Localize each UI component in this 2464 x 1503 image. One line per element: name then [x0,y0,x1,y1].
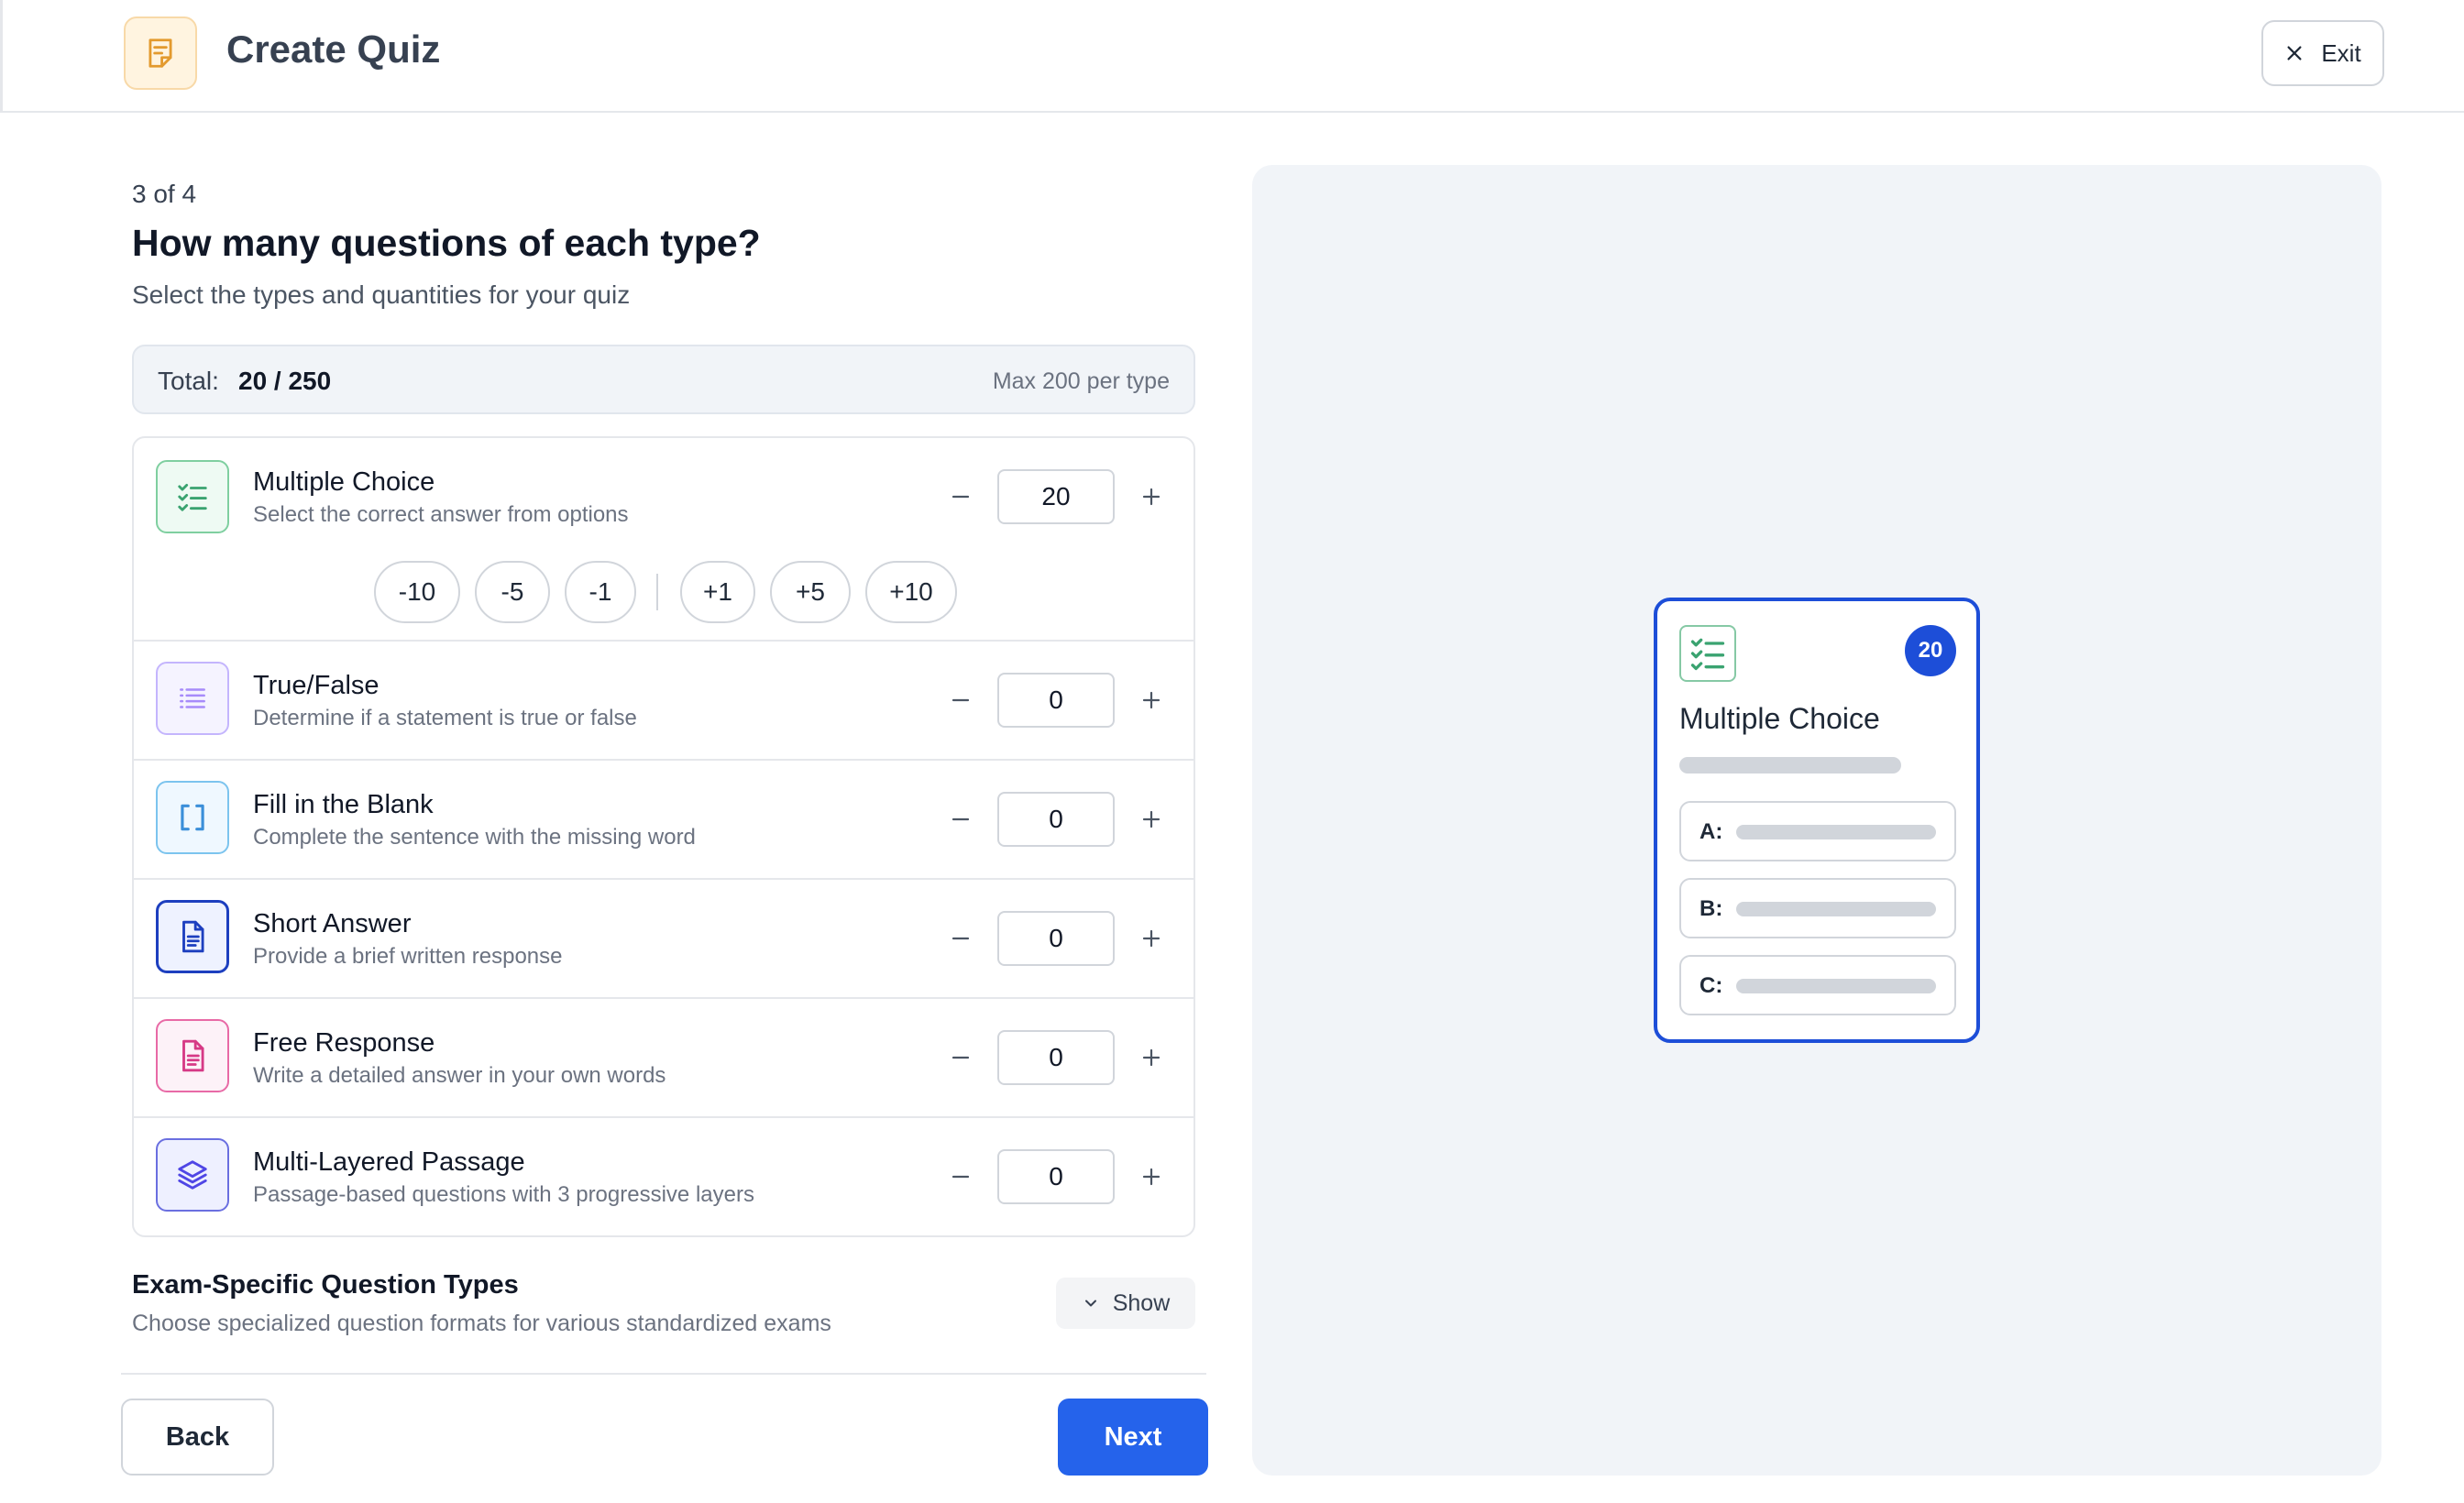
type-name: Short Answer [253,909,412,938]
type-description: Passage-based questions with 3 progressi… [253,1182,754,1207]
step-subtitle: Select the types and quantities for your… [132,280,631,309]
plus-icon [1142,488,1160,506]
quantity-input[interactable] [997,1030,1115,1085]
decrement-button[interactable] [939,1036,983,1080]
exit-button[interactable]: Exit [2261,20,2384,86]
type-description: Provide a brief written response [253,944,563,969]
type-description: Determine if a statement is true or fals… [253,706,637,730]
quantity-input[interactable] [997,469,1115,524]
plus-icon [1142,691,1160,709]
minus-icon [952,698,970,702]
list-icon [156,662,229,735]
next-button[interactable]: Next [1058,1399,1208,1476]
plus-icon [1142,1168,1160,1186]
preview-option: B: [1679,878,1956,938]
exam-section-title: Exam-Specific Question Types [132,1270,519,1300]
quick-adjust-minus-10[interactable]: -10 [374,561,460,623]
type-description: Write a detailed answer in your own word… [253,1063,666,1088]
checklist-icon [1679,625,1736,682]
increment-button[interactable] [1129,797,1173,841]
decrement-button[interactable] [939,475,983,519]
top-bar: Create Quiz Exit [0,0,2464,113]
quantity-input[interactable] [997,792,1115,847]
type-name: Fill in the Blank [253,790,434,819]
minus-icon [952,495,970,499]
checklist-icon [156,460,229,533]
step-title: How many questions of each type? [132,222,761,264]
exit-label: Exit [2321,38,2361,67]
quick-adjust-plus-5[interactable]: +5 [770,561,851,623]
plus-icon [1142,1048,1160,1067]
type-name: True/False [253,671,380,700]
quick-adjust-plus-1[interactable]: +1 [680,561,755,623]
quantity-input[interactable] [997,673,1115,728]
document-icon [156,900,229,973]
page-title: Create Quiz [226,27,441,71]
chevron-down-icon [1084,1300,1096,1307]
question-count-badge: 20 [1905,625,1956,676]
increment-button[interactable] [1129,475,1173,519]
question-types-list: Multiple Choice Select the correct answe… [132,436,1195,1237]
quiz-logo-icon [124,16,197,90]
quick-adjust-row: -10 -5 -1 +1 +5 +10 [134,561,1194,625]
step-indicator: 3 of 4 [132,180,197,208]
type-description: Select the correct answer from options [253,502,629,527]
preview-type-name: Multiple Choice [1679,702,1880,735]
increment-button[interactable] [1129,678,1173,722]
total-label: Total: [158,367,219,395]
total-summary: Total: 20 / 250 Max 200 per type [132,345,1195,414]
quick-adjust-minus-5[interactable]: -5 [475,561,550,623]
preview-option: C: [1679,955,1956,1015]
type-row-short-answer: Short Answer Provide a brief written res… [134,878,1194,997]
increment-button[interactable] [1129,916,1173,960]
quick-adjust-plus-10[interactable]: +10 [865,561,957,623]
type-name: Free Response [253,1028,435,1058]
quantity-input[interactable] [997,1149,1115,1204]
option-placeholder [1736,979,1936,993]
preview-question-placeholder [1679,757,1901,773]
document-icon [156,1019,229,1092]
type-row-free-response: Free Response Write a detailed answer in… [134,997,1194,1116]
quantity-input[interactable] [997,911,1115,966]
layers-icon [156,1138,229,1212]
brackets-icon [156,781,229,854]
option-placeholder [1736,902,1936,916]
type-description: Complete the sentence with the missing w… [253,825,696,850]
option-label: B: [1700,896,1723,921]
minus-icon [952,1175,970,1179]
decrement-button[interactable] [939,1155,983,1199]
minus-icon [952,1056,970,1059]
quick-adjust-minus-1[interactable]: -1 [565,561,636,623]
question-preview-card: 20 Multiple Choice A: B: C: [1654,598,1980,1043]
max-per-type-note: Max 200 per type [992,368,1170,394]
plus-icon [1142,929,1160,948]
exam-section-description: Choose specialized question formats for … [132,1311,831,1336]
option-label: C: [1700,973,1723,998]
type-row-true-false: True/False Determine if a statement is t… [134,640,1194,759]
type-name: Multi-Layered Passage [253,1147,525,1177]
close-icon [2287,46,2302,60]
type-row-fill-in-the-blank: Fill in the Blank Complete the sentence … [134,759,1194,878]
option-placeholder [1736,825,1936,839]
show-exam-types-button[interactable]: Show [1056,1278,1195,1329]
decrement-button[interactable] [939,678,983,722]
back-button[interactable]: Back [121,1399,274,1476]
increment-button[interactable] [1129,1155,1173,1199]
decrement-button[interactable] [939,797,983,841]
increment-button[interactable] [1129,1036,1173,1080]
show-label: Show [1112,1289,1171,1316]
option-label: A: [1700,819,1723,844]
footer-divider [121,1373,1206,1375]
total-value: 20 / 250 [238,367,332,395]
minus-icon [952,937,970,940]
type-name: Multiple Choice [253,467,435,497]
quick-adjust-divider [656,574,658,610]
preview-option: A: [1679,801,1956,861]
decrement-button[interactable] [939,916,983,960]
plus-icon [1142,810,1160,828]
type-row-multiple-choice: Multiple Choice Select the correct answe… [134,438,1194,640]
type-row-multi-layered-passage: Multi-Layered Passage Passage-based ques… [134,1116,1194,1235]
minus-icon [952,817,970,821]
